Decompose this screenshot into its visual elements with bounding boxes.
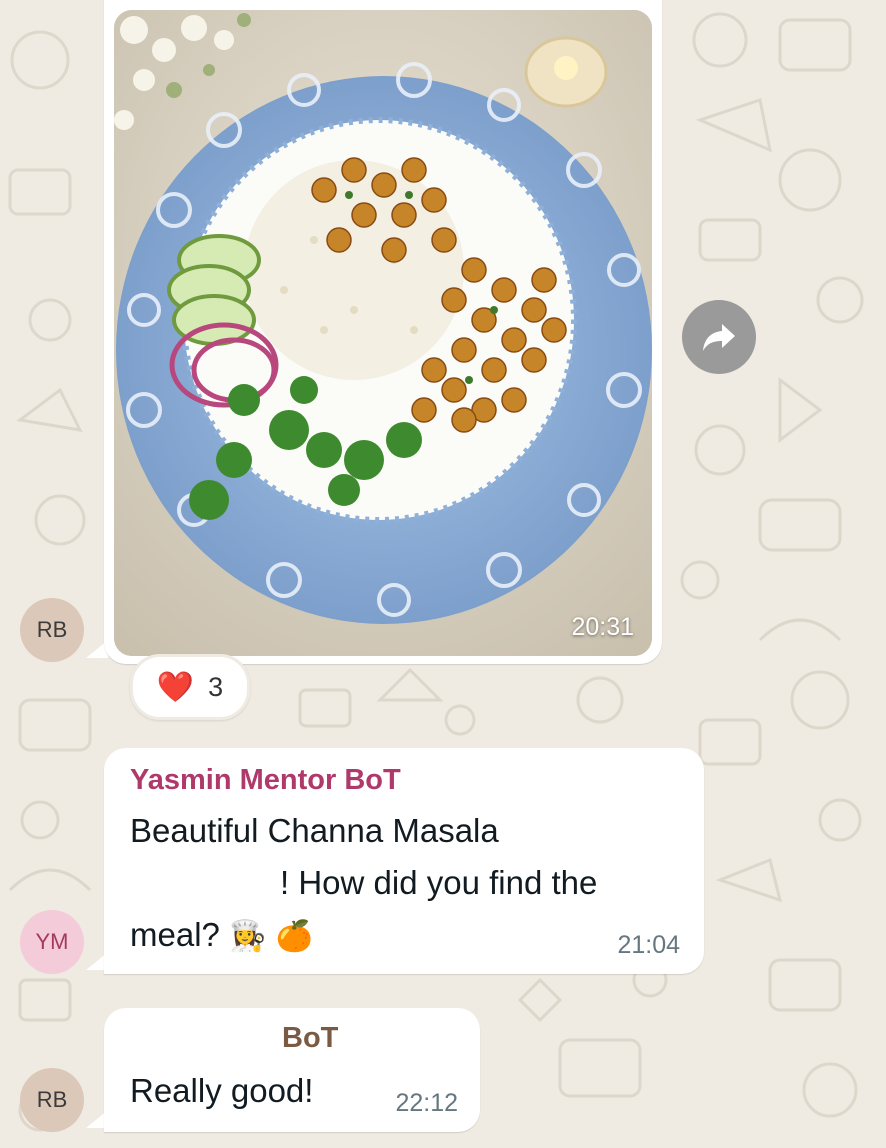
text-message-bubble[interactable]: BoT Really good! 22:12	[104, 1008, 480, 1132]
reaction-badge[interactable]: ❤️ 3	[130, 654, 250, 720]
message-time: 21:04	[617, 931, 680, 959]
message-text: Really good!	[130, 1072, 314, 1109]
orange-emoji: 🍊	[275, 920, 313, 953]
avatar-rb[interactable]: RB	[20, 1068, 84, 1132]
message-line: Beautiful Channa Masala	[130, 812, 499, 849]
message-line: ! How did you find the	[280, 864, 598, 901]
message-time: 20:31	[571, 613, 634, 641]
image-message-bubble[interactable]: 20:31	[104, 0, 662, 664]
avatar-initials: RB	[36, 617, 68, 642]
share-forward-icon[interactable]	[682, 300, 756, 374]
avatar-ym[interactable]: YM	[20, 910, 84, 974]
avatar-initials: YM	[35, 929, 69, 954]
text-message-bubble[interactable]: Yasmin Mentor BoT Beautiful Channa Masal…	[104, 748, 704, 974]
heart-icon: ❤️	[156, 670, 195, 704]
reaction-count: 3	[208, 671, 224, 702]
food-photo[interactable]: 20:31	[114, 10, 652, 656]
sender-name: BoT	[282, 1022, 339, 1054]
message-line: meal?	[130, 916, 220, 953]
sender-name: Yasmin Mentor BoT	[130, 764, 401, 796]
channa-masala-photo	[114, 10, 652, 656]
message-time: 22:12	[395, 1089, 458, 1117]
chef-emoji: 👩‍🍳	[229, 920, 267, 953]
forward-arrow-icon	[703, 324, 735, 351]
avatar-rb[interactable]: RB	[20, 598, 84, 662]
avatar-initials: RB	[36, 1087, 68, 1112]
